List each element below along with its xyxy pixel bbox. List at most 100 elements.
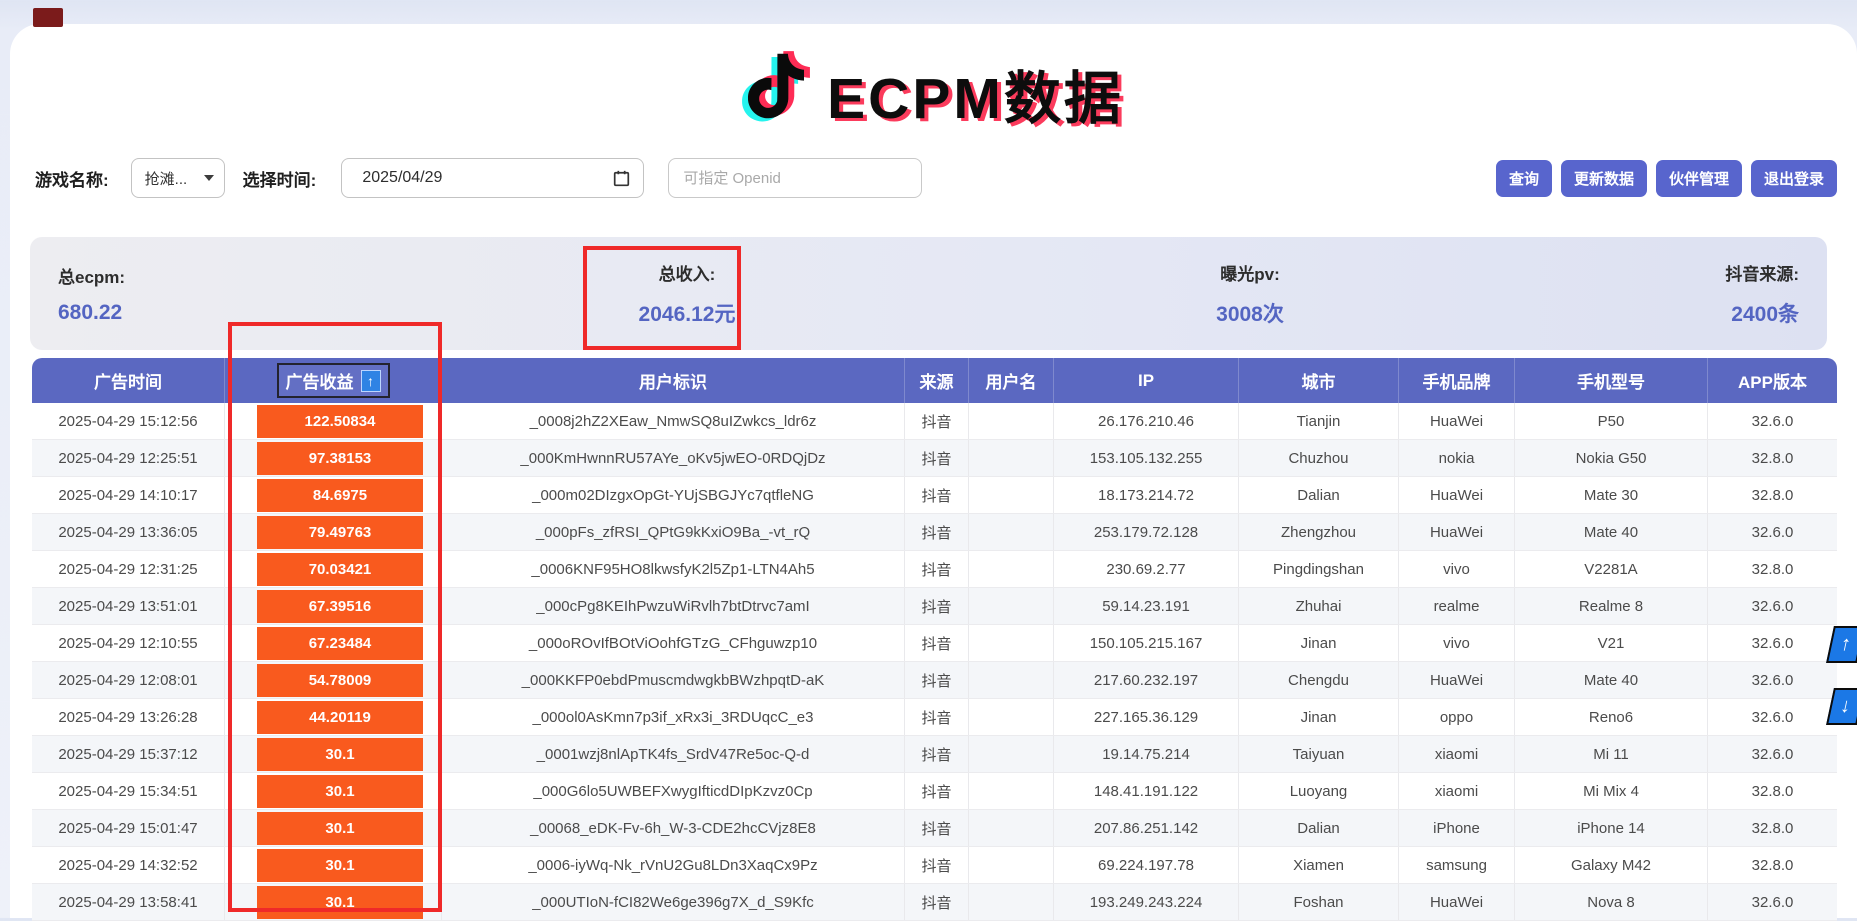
cell-source: 抖音 bbox=[905, 884, 969, 920]
refresh-data-button[interactable]: 更新数据 bbox=[1561, 160, 1647, 197]
revenue-badge: 79.49763 bbox=[257, 516, 423, 549]
cell-model: Mi Mix 4 bbox=[1515, 773, 1708, 809]
stat-total-income: 总收入: 2046.12元 bbox=[458, 260, 916, 328]
stat-value: 2046.12元 bbox=[639, 298, 736, 328]
table-row: 2025-04-29 14:32:5230.1_0006-iyWq-Nk_rVn… bbox=[32, 847, 1837, 884]
cell-source: 抖音 bbox=[905, 625, 969, 661]
cell-ip: 153.105.132.255 bbox=[1054, 440, 1239, 476]
table-header-username: 用户名 bbox=[969, 358, 1054, 403]
cell-uid: _000m02DIzgxOpGt-YUjSBGJYc7qtfleNG bbox=[442, 477, 905, 513]
cell-uid: _000oROvIfBOtViOohfGTzG_CFhguwzp10 bbox=[442, 625, 905, 661]
cell-username bbox=[969, 810, 1054, 846]
data-table: 广告时间广告收益↑用户标识来源用户名IP城市手机品牌手机型号APP版本 2025… bbox=[32, 358, 1837, 921]
cell-username bbox=[969, 551, 1054, 587]
cell-brand: HuaWei bbox=[1399, 403, 1515, 439]
stat-douyin-source: 抖音来源: 2400条 bbox=[1584, 260, 1799, 328]
tiktok-note-icon bbox=[733, 34, 819, 138]
header-label: 手机型号 bbox=[1577, 368, 1645, 393]
stat-label: 总ecpm: bbox=[58, 263, 125, 288]
cell-username bbox=[969, 514, 1054, 550]
stat-label: 曝光pv: bbox=[1220, 260, 1280, 285]
query-button[interactable]: 查询 bbox=[1496, 160, 1552, 197]
toolbar: 游戏名称: 抢滩... 选择时间: 2025/04/29 查询 更新数据 伙伴管… bbox=[35, 156, 1837, 200]
cell-username bbox=[969, 662, 1054, 698]
cell-city: Dalian bbox=[1239, 810, 1399, 846]
revenue-badge: 122.50834 bbox=[257, 405, 423, 438]
cell-uid: _0001wzj8nlApTK4fs_SrdV47Re5oc-Q-d bbox=[442, 736, 905, 772]
revenue-sort-control[interactable]: 广告收益 ↑ bbox=[277, 363, 390, 398]
cell-uid: _00068_eDK-Fv-6h_W-3-CDE2hcCVjz8E8 bbox=[442, 810, 905, 846]
revenue-badge: 67.23484 bbox=[257, 627, 423, 660]
table-header-source: 来源 bbox=[905, 358, 969, 403]
cell-version: 32.6.0 bbox=[1708, 514, 1837, 550]
cell-username bbox=[969, 403, 1054, 439]
cell-time: 2025-04-29 13:51:01 bbox=[32, 588, 225, 624]
table-row: 2025-04-29 13:58:4130.1_000UTIoN-fCI82We… bbox=[32, 884, 1837, 921]
cell-brand: HuaWei bbox=[1399, 514, 1515, 550]
cell-ip: 18.173.214.72 bbox=[1054, 477, 1239, 513]
cell-ip: 207.86.251.142 bbox=[1054, 810, 1239, 846]
cell-revenue: 30.1 bbox=[225, 810, 442, 846]
table-header-city: 城市 bbox=[1239, 358, 1399, 403]
table-row: 2025-04-29 13:51:0167.39516_000cPg8KEIhP… bbox=[32, 588, 1837, 625]
partner-manage-button[interactable]: 伙伴管理 bbox=[1656, 160, 1742, 197]
cell-revenue: 30.1 bbox=[225, 847, 442, 883]
cell-ip: 253.179.72.128 bbox=[1054, 514, 1239, 550]
cell-brand: HuaWei bbox=[1399, 884, 1515, 920]
table-header-model: 手机型号 bbox=[1515, 358, 1708, 403]
cell-brand: iPhone bbox=[1399, 810, 1515, 846]
cell-version: 32.8.0 bbox=[1708, 440, 1837, 476]
cell-username bbox=[969, 773, 1054, 809]
revenue-badge: 84.6975 bbox=[257, 479, 423, 512]
cell-city: Zhuhai bbox=[1239, 588, 1399, 624]
cell-username bbox=[969, 736, 1054, 772]
sort-ascending-icon[interactable]: ↑ bbox=[361, 370, 381, 392]
cell-city: Jinan bbox=[1239, 699, 1399, 735]
cell-uid: _000KKFP0ebdPmuscmdwgkbBWzhpqtD-aK bbox=[442, 662, 905, 698]
cell-city: Chuzhou bbox=[1239, 440, 1399, 476]
openid-input[interactable] bbox=[668, 158, 922, 198]
page-title: ECPM数据 bbox=[827, 45, 1124, 128]
header-label: APP版本 bbox=[1738, 368, 1807, 393]
cell-ip: 150.105.215.167 bbox=[1054, 625, 1239, 661]
down-arrow-icon: ↓ bbox=[1838, 695, 1853, 718]
cell-source: 抖音 bbox=[905, 588, 969, 624]
cell-uid: _000cPg8KEIhPwzuWiRvlh7btDtrvc7amI bbox=[442, 588, 905, 624]
table-row: 2025-04-29 15:37:1230.1_0001wzj8nlApTK4f… bbox=[32, 736, 1837, 773]
cell-model: V2281A bbox=[1515, 551, 1708, 587]
table-body: 2025-04-29 15:12:56122.50834_0008j2hZ2XE… bbox=[32, 403, 1837, 921]
cell-time: 2025-04-29 15:34:51 bbox=[32, 773, 225, 809]
cell-revenue: 67.23484 bbox=[225, 625, 442, 661]
cell-brand: vivo bbox=[1399, 551, 1515, 587]
stat-total-ecpm: 总ecpm: 680.22 bbox=[58, 263, 458, 325]
cell-time: 2025-04-29 14:32:52 bbox=[32, 847, 225, 883]
toolbar-buttons: 查询 更新数据 伙伴管理 退出登录 bbox=[1496, 160, 1837, 197]
logout-button[interactable]: 退出登录 bbox=[1751, 160, 1837, 197]
date-value: 2025/04/29 bbox=[362, 169, 442, 187]
cell-city: Luoyang bbox=[1239, 773, 1399, 809]
stat-exposure-pv: 曝光pv: 3008次 bbox=[916, 260, 1584, 328]
cell-source: 抖音 bbox=[905, 551, 969, 587]
date-input[interactable]: 2025/04/29 bbox=[341, 158, 644, 198]
cell-version: 32.6.0 bbox=[1708, 403, 1837, 439]
table-row: 2025-04-29 12:08:0154.78009_000KKFP0ebdP… bbox=[32, 662, 1837, 699]
game-select-value: 抢滩... bbox=[145, 168, 188, 189]
cell-version: 32.6.0 bbox=[1708, 736, 1837, 772]
table-header-ip: IP bbox=[1054, 358, 1239, 403]
game-select[interactable]: 抢滩... bbox=[131, 158, 225, 198]
cell-city: Tianjin bbox=[1239, 403, 1399, 439]
stats-bar: 总ecpm: 680.22 总收入: 2046.12元 曝光pv: 3008次 … bbox=[30, 237, 1827, 350]
cell-username bbox=[969, 477, 1054, 513]
table-row: 2025-04-29 12:10:5567.23484_000oROvIfBOt… bbox=[32, 625, 1837, 662]
header-label: 广告收益 bbox=[286, 368, 354, 393]
cell-model: P50 bbox=[1515, 403, 1708, 439]
revenue-badge: 30.1 bbox=[257, 886, 423, 919]
cell-username bbox=[969, 440, 1054, 476]
cell-revenue: 44.20119 bbox=[225, 699, 442, 735]
stat-label: 总收入: bbox=[659, 260, 716, 285]
cell-version: 32.6.0 bbox=[1708, 884, 1837, 920]
cell-uid: _000KmHwnnRU57AYe_oKv5jwEO-0RDQjDz bbox=[442, 440, 905, 476]
cell-revenue: 70.03421 bbox=[225, 551, 442, 587]
table-row: 2025-04-29 15:01:4730.1_00068_eDK-Fv-6h_… bbox=[32, 810, 1837, 847]
cell-model: Mi 11 bbox=[1515, 736, 1708, 772]
